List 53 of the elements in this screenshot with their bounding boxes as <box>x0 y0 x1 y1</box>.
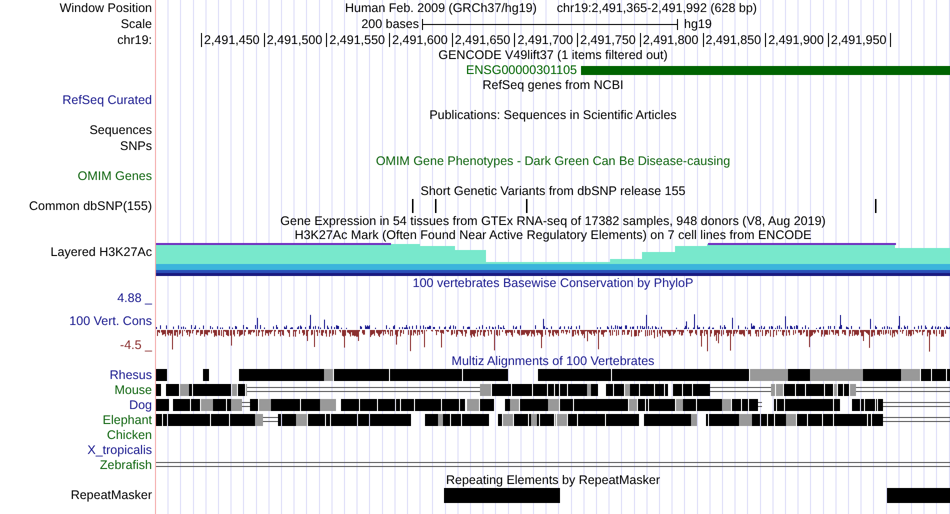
track-label[interactable]: OMIM Genes <box>78 170 152 182</box>
track-title: RefSeq genes from NCBI <box>482 78 624 92</box>
assembly-label: hg19 <box>684 18 712 30</box>
snp-mark[interactable] <box>412 199 414 213</box>
species-label[interactable]: Chicken <box>106 429 152 442</box>
track-title: 100 vertebrates Basewise Conservation by PhyloP <box>412 276 694 290</box>
species-label[interactable]: X_tropicalis <box>87 444 152 457</box>
ruler-tick-label: 2,491,550 <box>326 33 390 47</box>
track-label[interactable]: RefSeq Curated <box>62 94 152 106</box>
gene-bar[interactable] <box>581 66 950 74</box>
snp-mark[interactable] <box>875 199 876 213</box>
track-label[interactable]: SNPs <box>120 140 152 152</box>
track-title: Repeating Elements by RepeatMasker <box>446 474 660 486</box>
ruler-tick-label: 2,491,450 <box>201 33 264 47</box>
species-label[interactable]: Zebrafish <box>100 459 152 472</box>
track-title: Publications: Sequences in Scientific Articles <box>429 108 677 122</box>
track-label[interactable]: Layered H3K27Ac <box>50 246 152 258</box>
snp-mark[interactable] <box>526 199 528 213</box>
track-title: H3K27Ac Mark (Often Found Near Active Regulatory Elements) on 7 cell lines from ENCODE <box>294 228 812 242</box>
track-label[interactable]: RepeatMasker <box>70 489 152 502</box>
axis-max-label: 4.88 _ <box>117 292 152 304</box>
row-label: chr19: <box>117 34 152 46</box>
species-label[interactable]: Rhesus <box>110 369 152 382</box>
track-label[interactable]: Sequences <box>89 124 152 136</box>
repeat-block[interactable] <box>887 488 950 503</box>
axis-min-label: -4.5 _ <box>120 338 152 351</box>
ruler-tick-label: 2,491,900 <box>765 33 828 47</box>
track-title: OMIM Gene Phenotypes - Dark Green Can Be Disease-causing <box>376 154 730 168</box>
assembly-label: Human Feb. 2009 (GRCh37/hg19) <box>345 2 537 14</box>
ruler-tick-label: 2,491,500 <box>264 33 326 47</box>
track-title: Short Genetic Variants from dbSNP release 155 <box>420 184 686 198</box>
track-title: Gene Expression in 54 tissues from GTEx RNA-seq of 17382 samples, 948 donors (V8, Aug 2019) <box>280 214 826 228</box>
repeat-block[interactable] <box>444 488 560 503</box>
ruler-tick-label: 2,491,650 <box>452 33 514 47</box>
ruler-tick-label: 2,491,950 <box>828 33 891 47</box>
track-title: GENCODE V49lift37 (1 items filtered out) <box>438 48 668 62</box>
species-label[interactable]: Mouse <box>114 384 152 397</box>
ruler-tick-label: 2,491,750 <box>577 33 640 47</box>
row-label: Window Position <box>60 2 152 14</box>
ruler-tick-label: 2,491,600 <box>389 33 452 47</box>
track-label[interactable]: Common dbSNP(155) <box>29 200 152 212</box>
ruler-tick-label: 2,491,850 <box>702 33 766 47</box>
species-label[interactable]: Elephant <box>102 414 152 427</box>
row-label: Scale <box>120 18 152 30</box>
species-label[interactable]: Dog <box>129 399 152 412</box>
snp-mark[interactable] <box>435 199 436 213</box>
ruler-tick-label: 2,491,700 <box>514 33 578 47</box>
gene-label[interactable]: ENSG00000301105 <box>156 64 581 76</box>
position-label: chr19:2,491,365-2,491,992 (628 bp) <box>556 2 757 14</box>
scale-length-label: 200 bases <box>360 18 420 30</box>
ruler-tick-label: 2,491,800 <box>640 33 702 47</box>
track-title: Multiz Alignments of 100 Vertebrates <box>452 354 654 368</box>
track-label[interactable]: 100 Vert. Cons <box>69 315 152 328</box>
